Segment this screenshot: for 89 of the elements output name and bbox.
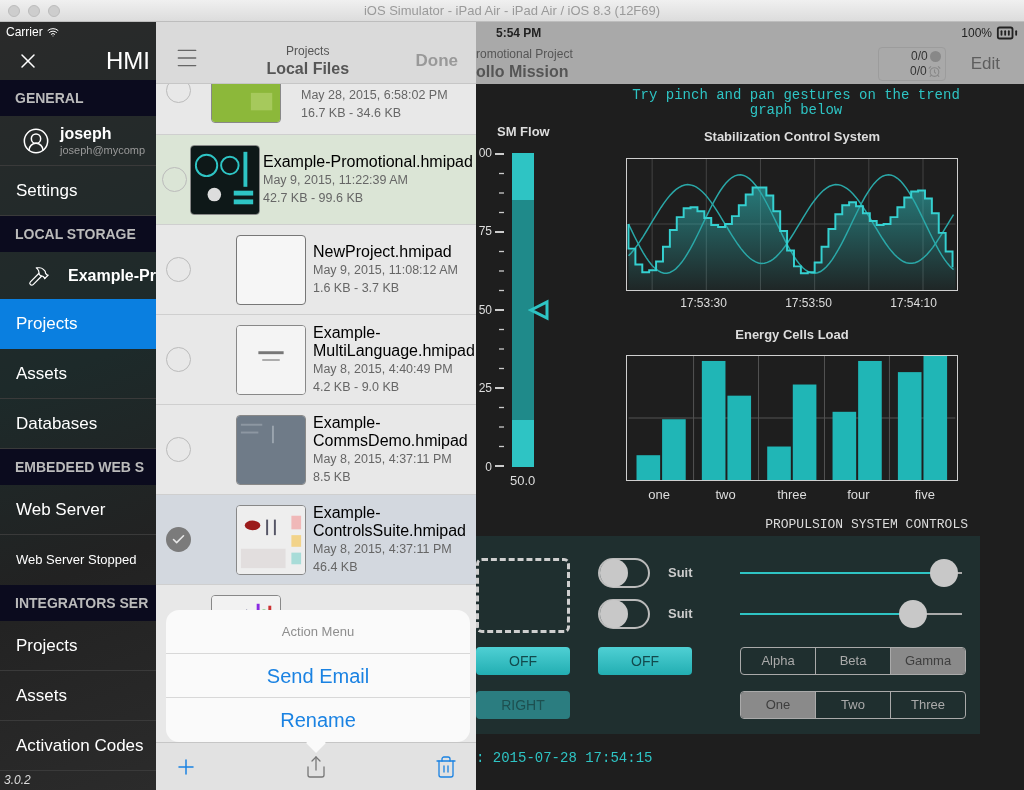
carrier-label: Carrier [6,24,43,42]
file-row[interactable]: Example- CommsDemo.hmipad May 8, 2015, 4:37:11 PM 8.5 KB [156,405,476,495]
file-name: Example-Promotional.hmipad [263,152,473,171]
gauge-title: SM Flow [497,123,551,141]
file-name: Example- ControlsSuite.hmipad [313,503,466,540]
file-size: 46.4 KB [313,558,359,576]
section-header: EMBEDEED WEB S [0,449,156,485]
file-date: May 28, 2015, 6:58:02 PM [301,87,448,104]
user-email: joseph@mycomp [60,143,146,158]
scale-label: 25 [478,381,492,395]
scale-label: 00 [478,145,492,160]
category-label: two [714,486,737,504]
project-subtitle: romotional Project [476,46,573,62]
file-date: May 9, 2015, 11:08:12 AM [313,261,458,279]
toggle-button[interactable]: OFF [476,647,570,675]
slider[interactable] [740,599,962,629]
hammer-icon [28,264,50,287]
blank-thumbnail [236,234,306,305]
file-size: 16.7 KB - 34.6 KB [301,105,403,122]
switch-label: Suit [668,605,693,624]
segment-option[interactable]: Three [890,692,965,718]
file-date: May 8, 2015, 4:37:11 PM [313,450,453,468]
file-name: Example- MultiLanguage.hmipad [313,323,475,360]
category-label: four [846,486,871,504]
file-row[interactable]: Example-Promotional.hmipad May 9, 2015, 11:22:39 AM 42.7 KB - 99.6 KB [156,135,476,225]
status-time: 5:54 PM [496,25,542,42]
file-date: May 8, 2015, 4:37:11 PM [313,540,453,558]
chart-title: Stabilization Control System [702,128,882,146]
scale-label: 50 [478,302,492,317]
slider[interactable] [740,558,962,588]
trash-icon[interactable] [434,754,458,779]
file-size: 4.2 KB - 9.0 KB [313,378,401,396]
toggle-button[interactable]: OFF [598,647,692,675]
file-date: May 8, 2015, 4:40:49 PM [313,360,454,378]
time-label: 17:53:50 [784,294,833,312]
time-label: 17:53:30 [679,294,728,312]
section-header: INTEGRATORS SER [0,585,156,621]
menu-action[interactable]: Rename [166,698,470,742]
category-label: one [647,486,672,504]
segment-option[interactable]: Gamma [890,648,965,674]
project-title: ollo Mission [476,61,570,82]
category-label: three [776,486,808,504]
battery-percent: 100% [961,25,992,42]
scale-label: 0 [485,459,492,474]
version-label: 3.0.2 [4,772,31,789]
segment-option[interactable]: Alpha [741,648,815,674]
alarm-count: 0/0 [911,49,928,64]
file-name: Example- CommsDemo.hmipad [313,413,468,450]
user-name: joseph [60,123,113,144]
menu-action[interactable]: Send Email [166,654,470,698]
file-size: 8.5 KB [313,468,352,486]
timestamp: : 2015-07-28 17:54:15 [476,749,654,768]
user-avatar-icon [22,126,50,155]
category-label: five [913,486,936,504]
chart-title: Energy Cells Load [734,325,850,344]
switch[interactable] [598,558,650,588]
segment-option[interactable]: One [741,692,815,718]
alarm-count: 0/0 [910,64,927,79]
section-header: GENERAL [0,80,156,116]
section-header: LOCAL STORAGE [0,216,156,252]
segment-option[interactable]: Two [815,692,890,718]
file-row[interactable]: Example- MultiLanguage.hmipad May 8, 2015, 4:40:49 PM 4.2 KB - 9.0 KB [156,315,476,405]
scale-label: 75 [478,224,492,238]
window-control[interactable] [8,4,20,17]
sidebar-title: HMI [106,46,150,77]
switch[interactable] [598,599,650,629]
sidebar-item[interactable]: Projects [0,299,156,349]
window-control[interactable] [28,4,40,17]
gauge-value: 50.0 [510,471,537,490]
action-menu-title: Action Menu [166,610,470,654]
server-status: Web Server Stopped [15,551,138,570]
switch-label: Suit [668,564,693,583]
alarm-indicator[interactable]: 0/0 0/0 [877,47,946,81]
file-size: 1.6 KB - 3.7 KB [313,279,401,297]
file-row[interactable]: Example- ControlsSuite.hmipad May 8, 2015, 4:37:11 PM 46.4 KB [156,495,476,585]
alarm-clock-icon [927,65,941,78]
window-control[interactable] [48,4,60,17]
file-row[interactable]: NewProject.hmipad May 9, 2015, 11:08:12 AM 1.6 KB - 3.7 KB [156,225,476,315]
controls-title: PROPULSION SYSTEM CONTROLS [765,515,968,534]
file-date: May 9, 2015, 11:22:39 AM [263,171,409,189]
share-icon[interactable] [304,754,328,779]
browser-title: Local Files [266,59,350,79]
window-title: iOS Simulator - iPad Air - iPad Air / iOS 8.3 (12F69) [363,1,661,20]
hint-text: Try pinch and pan gestures on the trend graph below [631,88,961,118]
time-label: 17:54:10 [889,294,938,312]
file-size: 42.7 KB - 99.6 KB [263,189,365,207]
browser-subtitle: Projects [286,44,330,59]
file-name: NewProject.hmipad [313,242,453,261]
project-item[interactable]: Example-Pr [0,252,156,299]
